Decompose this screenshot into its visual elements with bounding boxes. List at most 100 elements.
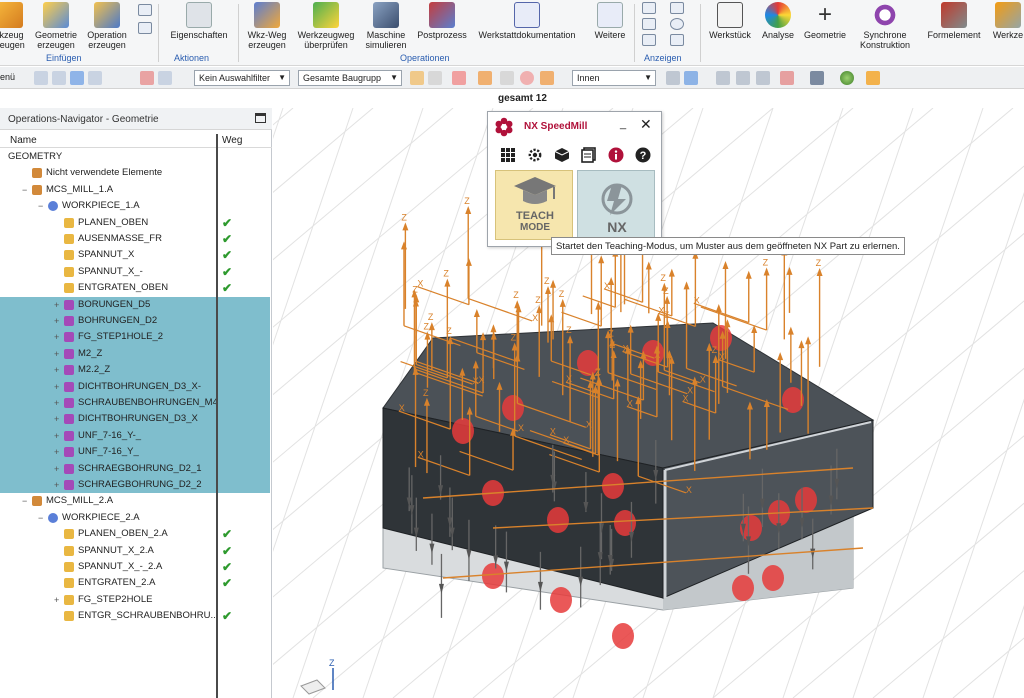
- sphere-icon[interactable]: [840, 71, 854, 85]
- collapse-icon[interactable]: −: [38, 510, 43, 526]
- tree-row[interactable]: + UNF_7-16_Y-_: [0, 427, 270, 445]
- tree-row[interactable]: AUSENMASSE_FR ✔: [0, 231, 272, 247]
- expand-icon[interactable]: +: [54, 444, 59, 460]
- library-icon[interactable]: [581, 147, 597, 163]
- snap-icon-5[interactable]: [500, 71, 514, 85]
- tree-row[interactable]: SPANNUT_X_- ✔: [0, 264, 272, 280]
- target-icon[interactable]: [670, 18, 684, 30]
- close-button[interactable]: ✕: [640, 116, 652, 133]
- display-small-icon-2[interactable]: [642, 18, 656, 30]
- postprocess-button[interactable]: Postprozess: [414, 2, 470, 40]
- tree-row[interactable]: + BORUNGEN_D5: [0, 296, 270, 313]
- tree-row[interactable]: + M2_Z: [0, 345, 270, 363]
- view-icon-6[interactable]: [866, 71, 880, 85]
- expand-icon[interactable]: +: [54, 329, 59, 345]
- info-icon[interactable]: [608, 147, 624, 163]
- create-geometry-button[interactable]: Geometrie erzeugen: [32, 2, 80, 50]
- tree-row[interactable]: ENTGRATEN_OBEN ✔: [0, 280, 272, 296]
- shop-documentation-button[interactable]: Werkstattdokumentation: [472, 2, 582, 40]
- display-small-icon-1[interactable]: [642, 2, 656, 14]
- tree-row[interactable]: + BOHRUNGEN_D2: [0, 313, 270, 330]
- type-filter-select[interactable]: Kein Auswahlfilter ▼: [194, 70, 290, 86]
- column-header-name[interactable]: Name: [10, 135, 37, 146]
- workpiece-button[interactable]: Werkstück: [704, 2, 756, 40]
- expand-icon[interactable]: +: [54, 362, 59, 378]
- filter-icon[interactable]: [140, 71, 154, 85]
- expand-icon[interactable]: +: [54, 313, 59, 329]
- verify-toolpath-button[interactable]: Werkzeugweg überprüfen: [294, 2, 358, 50]
- select-icon[interactable]: [158, 71, 172, 85]
- grid-icon[interactable]: [500, 147, 516, 163]
- insert-small-icon-2[interactable]: [138, 22, 152, 34]
- geometry-button[interactable]: + Geometrie: [802, 2, 848, 41]
- expand-icon[interactable]: +: [54, 411, 59, 427]
- nx-button[interactable]: NX: [577, 170, 655, 240]
- render-icon[interactable]: [810, 71, 824, 85]
- expand-icon[interactable]: +: [54, 346, 59, 362]
- generate-toolpath-button[interactable]: Wkz-Weg erzeugen: [244, 2, 290, 50]
- tree-row[interactable]: PLANEN_OBEN ✔: [0, 215, 272, 231]
- snap-icon-1[interactable]: [410, 71, 424, 85]
- display-small-icon-4[interactable]: [670, 2, 684, 14]
- snap-icon-7[interactable]: [540, 71, 554, 85]
- tree-row[interactable]: + DICHTBOHRUNGEN_D3_X: [0, 411, 270, 428]
- expand-icon[interactable]: +: [54, 461, 59, 477]
- tools-button[interactable]: Werkze: [988, 2, 1024, 40]
- toolbar-icon-4[interactable]: [88, 71, 102, 85]
- tree-row[interactable]: + SCHRAUBENBOHRUNGEN_M4: [0, 395, 270, 412]
- tree-row[interactable]: − MCS_MILL_1.A: [0, 182, 272, 198]
- cube-icon[interactable]: [554, 147, 570, 163]
- expand-icon[interactable]: +: [54, 428, 59, 444]
- tree-row[interactable]: PLANEN_OBEN_2.A ✔: [0, 526, 272, 542]
- gear-icon[interactable]: [527, 147, 543, 163]
- scope-select[interactable]: Gesamte Baugrupp ▼: [298, 70, 402, 86]
- tree-row[interactable]: SPANNUT_X ✔: [0, 247, 272, 263]
- tree-row[interactable]: − WORKPIECE_1.A: [0, 198, 272, 214]
- curve-icon[interactable]: [670, 34, 684, 46]
- tree-row[interactable]: ENTGR_SCHRAUBENBOHRU... ✔: [0, 608, 272, 624]
- tree-row[interactable]: SPANNUT_X_-_2.A ✔: [0, 559, 272, 575]
- tree-row[interactable]: + SCHRAEGBOHRUNG_D2_1: [0, 460, 270, 477]
- tree-row[interactable]: SPANNUT_X_2.A ✔: [0, 543, 272, 559]
- tree-row[interactable]: − WORKPIECE_2.A: [0, 510, 272, 526]
- toolbar-icon-3[interactable]: [70, 71, 84, 85]
- expand-icon[interactable]: +: [54, 395, 59, 411]
- more-button[interactable]: Weitere: [590, 2, 630, 40]
- create-operation-button[interactable]: Operation erzeugen: [84, 2, 130, 50]
- tree-row[interactable]: + DICHTBOHRUNGEN_D3_X-: [0, 378, 270, 395]
- toolbar-icon-1[interactable]: [34, 71, 48, 85]
- expand-icon[interactable]: +: [54, 592, 59, 608]
- rotate-icon[interactable]: [756, 71, 770, 85]
- snap-icon-3[interactable]: [452, 71, 466, 85]
- tree-row[interactable]: GEOMETRY: [0, 149, 272, 165]
- collapse-icon[interactable]: −: [38, 198, 43, 214]
- simulate-machine-button[interactable]: Maschine simulieren: [362, 2, 410, 50]
- teach-mode-button[interactable]: TEACH MODE: [495, 170, 573, 240]
- tree-row[interactable]: − MCS_MILL_2.A: [0, 493, 272, 509]
- view-icon-5[interactable]: [780, 71, 794, 85]
- minimize-button[interactable]: _: [620, 118, 626, 130]
- create-tool-button[interactable]: rkzeug zeugen: [0, 2, 28, 50]
- display-small-icon-3[interactable]: [642, 34, 656, 46]
- synchronous-modeling-button[interactable]: Synchrone Konstruktion: [852, 2, 918, 50]
- insert-small-icon[interactable]: [138, 4, 152, 16]
- column-header-weg[interactable]: Weg: [222, 135, 242, 146]
- inside-select[interactable]: Innen ▼: [572, 70, 656, 86]
- snap-icon-6[interactable]: [520, 71, 534, 85]
- feature-button[interactable]: Formelement: [924, 2, 984, 40]
- tree-row[interactable]: + FG_STEP1HOLE_2: [0, 329, 270, 346]
- snap-icon-4[interactable]: [478, 71, 492, 85]
- expand-icon[interactable]: +: [54, 379, 59, 395]
- tree-row[interactable]: + M2.2_Z: [0, 362, 270, 379]
- expand-icon[interactable]: +: [54, 297, 59, 313]
- view-icon-4[interactable]: [736, 71, 750, 85]
- tree-row[interactable]: ENTGRATEN_2.A ✔: [0, 575, 272, 591]
- tree-row[interactable]: + UNF_7-16_Y_: [0, 444, 270, 461]
- view-icon-1[interactable]: [666, 71, 680, 85]
- column-divider[interactable]: [216, 134, 218, 698]
- help-icon[interactable]: ?: [635, 147, 651, 163]
- expand-icon[interactable]: +: [54, 477, 59, 493]
- collapse-icon[interactable]: −: [22, 493, 27, 509]
- maximize-icon[interactable]: [255, 113, 266, 123]
- menu-button[interactable]: enü: [0, 72, 15, 82]
